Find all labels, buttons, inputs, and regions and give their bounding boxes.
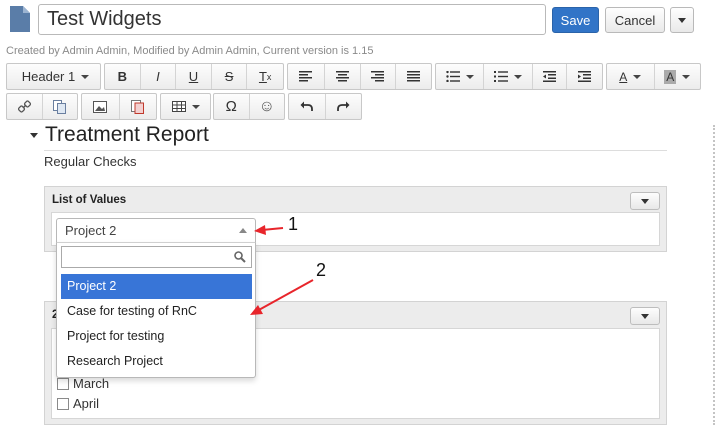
annotation-label-2: 2 <box>316 260 327 280</box>
annotation-layer <box>250 225 314 315</box>
arrow-2-icon <box>250 279 314 315</box>
arrow-1-icon <box>254 225 284 235</box>
annotation-label-1: 1 <box>288 214 299 234</box>
